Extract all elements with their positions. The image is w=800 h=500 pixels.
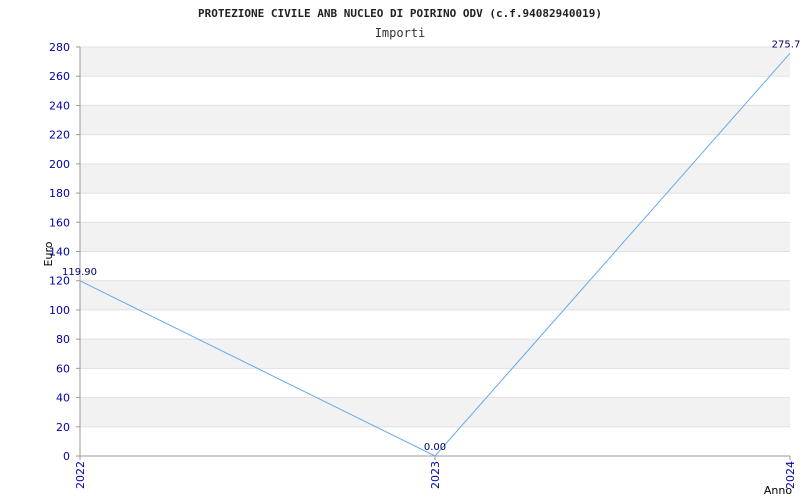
- line-chart: PROTEZIONE CIVILE ANB NUCLEO DI POIRINO …: [42, 7, 800, 497]
- data-label: 0.00: [424, 442, 446, 453]
- grid-band: [80, 76, 790, 106]
- y-tick-label: 100: [49, 304, 70, 317]
- y-tick-label: 220: [49, 129, 70, 142]
- y-tick-label: 200: [49, 158, 70, 171]
- chart-subtitle: Importi: [375, 26, 426, 40]
- y-tick-label: 20: [56, 421, 70, 434]
- grid-band: [80, 193, 790, 223]
- y-tick-label: 240: [49, 99, 70, 112]
- x-axis-label: Anno: [764, 484, 792, 497]
- grid-band: [80, 251, 790, 281]
- y-tick-label: 80: [56, 333, 70, 346]
- x-tick-labels: 2022 2023 2024: [74, 461, 797, 489]
- grid-band: [80, 163, 790, 194]
- x-tick-label: 2022: [74, 461, 87, 489]
- grid-band: [80, 280, 790, 310]
- data-label: 275.7: [772, 39, 800, 50]
- y-tick-label: 280: [49, 41, 70, 54]
- grid-band: [80, 397, 790, 427]
- grid-band: [80, 309, 790, 340]
- grid-band: [80, 47, 790, 77]
- grid-band: [80, 105, 790, 135]
- chart-title: PROTEZIONE CIVILE ANB NUCLEO DI POIRINO …: [198, 7, 602, 20]
- y-tick-label: 180: [49, 187, 70, 200]
- data-label: 119.90: [62, 267, 97, 278]
- y-tick-label: 0: [63, 450, 70, 463]
- grid-band: [80, 368, 790, 398]
- grid-band: [80, 134, 790, 164]
- grid-band: [80, 339, 790, 369]
- grid-band: [80, 222, 790, 252]
- y-tick-label: 60: [56, 362, 70, 375]
- y-tick-label: 40: [56, 392, 70, 405]
- y-tick-label: 260: [49, 70, 70, 83]
- y-tick-label: 160: [49, 216, 70, 229]
- y-axis-label: Euro: [42, 241, 55, 266]
- x-tick-label: 2023: [429, 461, 442, 489]
